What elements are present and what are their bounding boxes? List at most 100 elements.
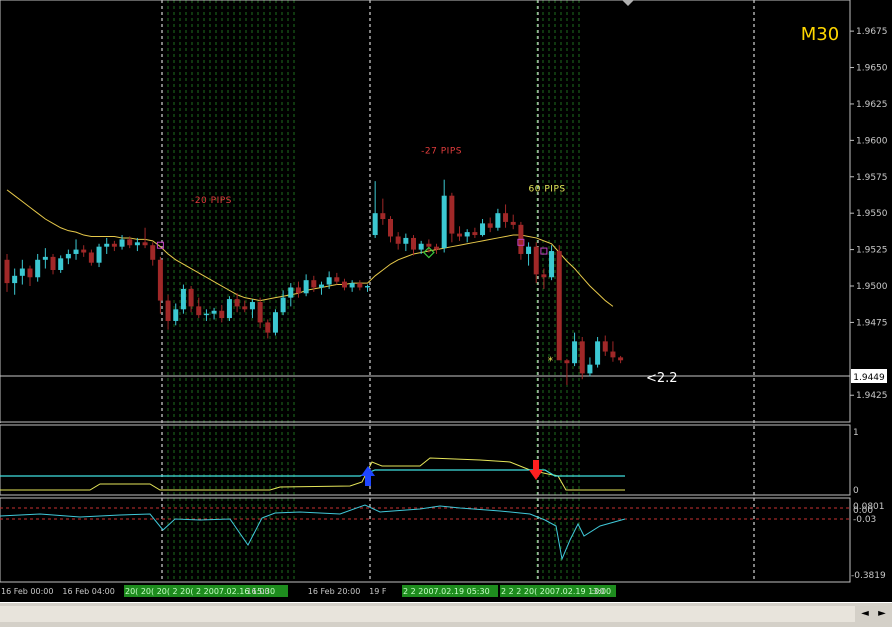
candle-body [572,341,578,364]
candle-body [88,252,94,263]
candle-body [464,232,470,237]
scroll-right-icon[interactable]: ► [874,606,890,622]
price-axis-label: 1.9625 [856,100,888,110]
candle-body [357,283,363,288]
osc-label-4: -0.3819 [851,571,886,581]
candle-body [96,246,102,263]
candle-body [434,246,440,250]
signal-axis-top: 1 [853,428,859,438]
time-label: 16:00 [246,587,269,596]
candle-body [295,287,301,294]
price-axis-label: 1.9500 [856,282,888,292]
candle-body [173,309,179,321]
candle-body [618,357,624,361]
candle-body [50,256,56,270]
candle-body [487,223,493,228]
candle-body [341,281,347,288]
candle-body [81,249,87,253]
candle-body [265,322,271,333]
price-axis-label: 1.9600 [856,136,888,146]
candle-body [188,288,194,307]
trading-chart[interactable]: 1.9675 1.9650 1.9625 1.9600 1.9575 1.9550 1.95… [0,0,892,626]
candle-body [334,277,340,282]
candle-body [503,213,509,222]
time-axis: 20( 20( 20( 2 20( 2 2007.02.16 15:30 2 2… [1,585,616,597]
candle-body [610,351,616,358]
time-label: 19 F [369,587,387,596]
candle-body [480,223,486,236]
price-axis-label: 1.9550 [856,209,888,219]
candle-body [119,239,125,247]
candle-body [587,364,593,374]
candle-body [426,243,432,247]
candle-body [449,195,455,234]
candle-body [326,277,332,285]
candle-body [257,302,263,323]
timeframe-label: M30 [801,24,839,45]
price-axis-label: 1.9650 [856,64,888,74]
candle-body [27,268,33,278]
candle-body [104,243,110,247]
time-label: 16 Feb 00:00 [1,587,53,596]
candle-body [288,287,294,298]
candle-body [157,259,163,301]
candle-body [242,306,248,310]
candle-body [219,310,225,319]
candle-body [35,259,41,278]
horizontal-scrollbar[interactable]: ◄ ► [0,602,892,627]
price-axis-label: 1.9475 [856,318,888,328]
candle-body [364,286,370,288]
candle-body [134,242,140,246]
candle-body [58,258,64,270]
candle-body [472,232,478,236]
candle-body [372,213,378,236]
candle-body [65,253,71,259]
candle-body [12,275,18,284]
price-axis-label: 1.9675 [856,27,888,37]
scroll-left-icon[interactable]: ◄ [857,606,873,622]
scroll-track[interactable] [0,606,855,622]
pip-annotation: -20 PIPS [191,196,232,206]
signal-star-marker: * [548,354,554,367]
candle-body [388,219,393,237]
candle-body [495,213,501,228]
candle-body [549,251,555,278]
candle-body [42,256,48,260]
candle-body [595,341,601,365]
current-price: 1.9449 [853,373,885,383]
candle-body [526,246,532,254]
candle-body [142,242,148,246]
candle-body [602,341,608,352]
candle-body [556,251,562,361]
candle-body [249,302,255,310]
candle-body [318,284,324,288]
candle-body [441,195,447,249]
candle-body [211,310,217,314]
candle-body [272,312,278,333]
candle-body [311,280,317,288]
time-label: 16 Feb 20:00 [308,587,360,596]
candle-body [165,300,171,321]
candle-body [280,297,286,313]
candle-body [564,360,570,364]
candle-body [73,249,79,254]
candle-body [150,245,156,260]
osc-label-3: -0.03 [853,515,876,525]
candle-body [411,237,417,250]
price-axis-label: 1.9425 [856,391,888,401]
pip-annotation: 60 PIPS [529,184,566,194]
candle-body [196,306,202,316]
candle-body [4,259,10,284]
candle-body [457,233,463,237]
candle-body [533,246,539,275]
candle-body [234,299,240,307]
candle-body [541,274,547,278]
price-axis-label: 1.9575 [856,173,888,183]
candle-body [380,213,386,220]
candle-body [510,221,516,225]
price-axis-label: 1.9525 [856,246,888,256]
current-label: <2.2 [646,371,678,386]
candle-body [579,341,585,374]
candle-body [127,239,133,246]
candle-body [226,299,232,319]
